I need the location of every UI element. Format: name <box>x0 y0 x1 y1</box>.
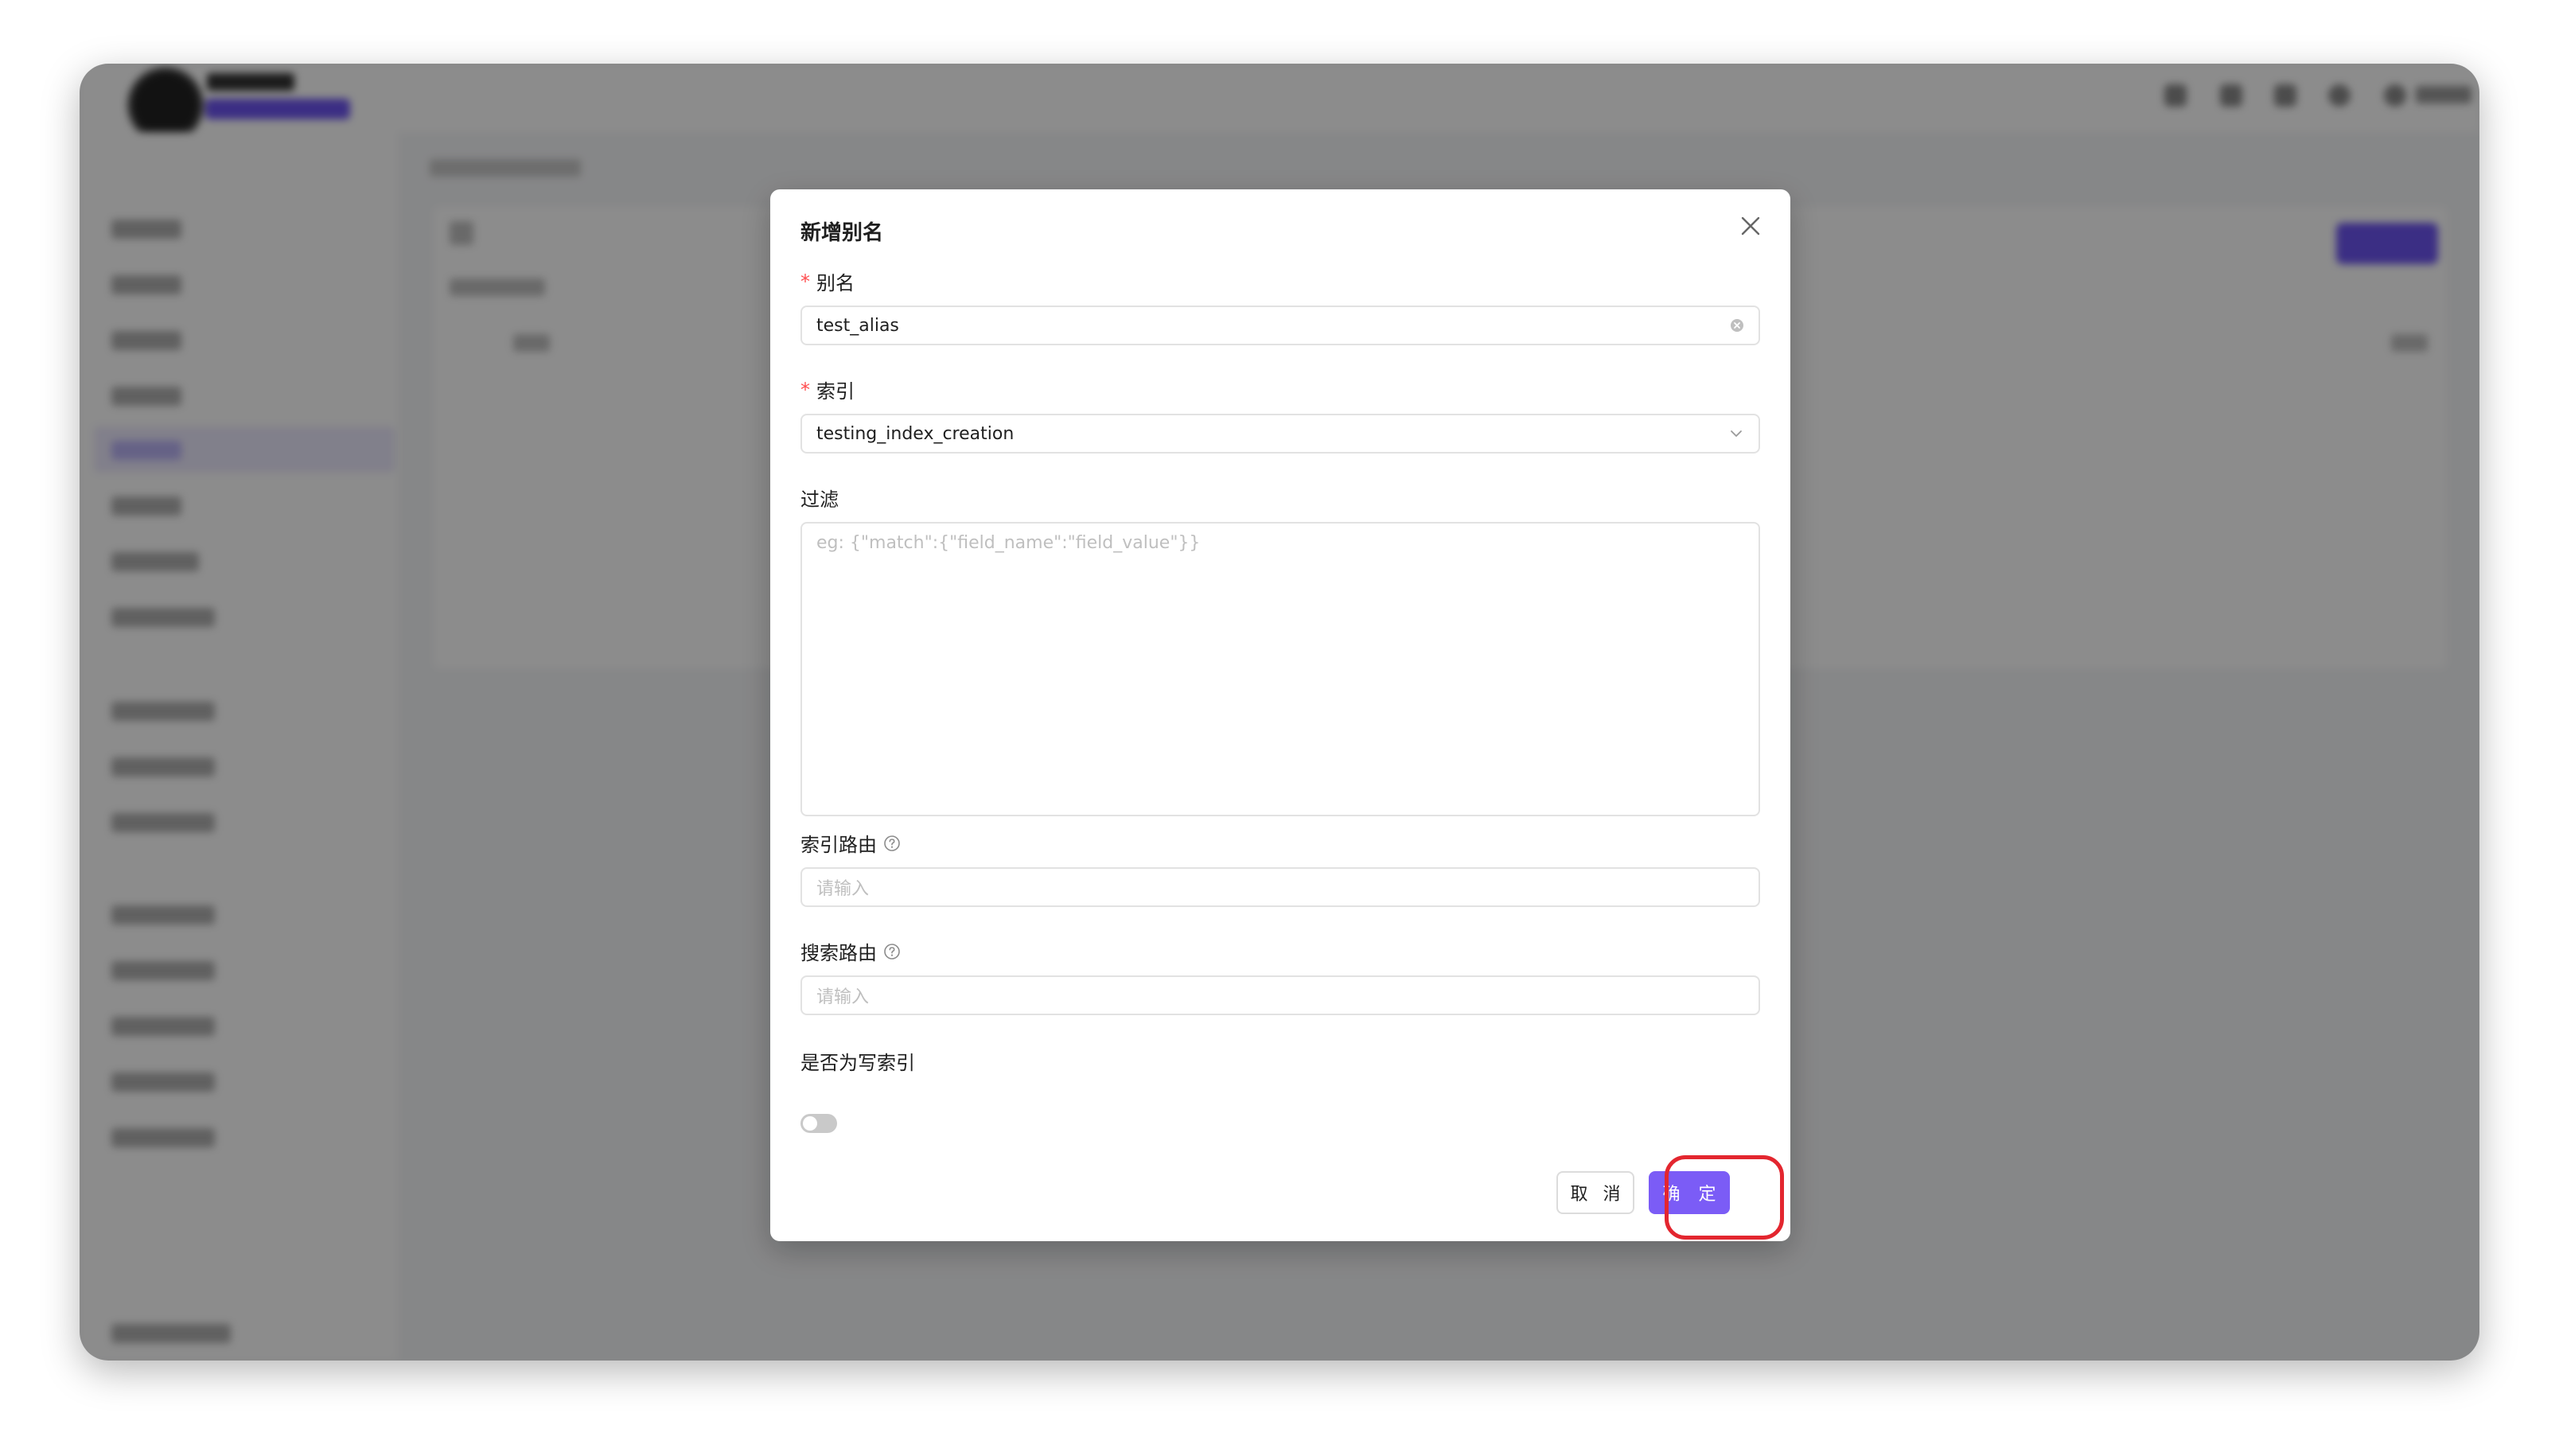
alias-label-text: 别名 <box>816 272 855 294</box>
index-routing-input[interactable]: 请输入 <box>800 867 1760 907</box>
clear-icon[interactable] <box>1730 318 1744 333</box>
modal-title: 新增别名 <box>800 221 884 245</box>
index-select-value: testing_index_creation <box>816 423 1015 444</box>
alias-input[interactable]: test_alias <box>800 306 1760 345</box>
write-index-label: 是否为写索引 <box>800 1047 915 1075</box>
close-button[interactable] <box>1731 207 1770 245</box>
index-label-text: 索引 <box>816 380 855 403</box>
highlight-annotation <box>1665 1155 1784 1240</box>
alias-label: * 别名 <box>800 267 855 295</box>
question-circle-icon[interactable] <box>883 943 901 960</box>
index-select[interactable]: testing_index_creation <box>800 414 1760 454</box>
close-icon <box>1741 216 1760 236</box>
index-label: * 索引 <box>800 376 855 403</box>
write-index-label-text: 是否为写索引 <box>800 1052 915 1074</box>
search-routing-placeholder: 请输入 <box>816 987 870 1007</box>
search-routing-label: 搜索路由 <box>800 937 901 965</box>
alias-input-value: test_alias <box>816 315 899 336</box>
cancel-button[interactable]: 取 消 <box>1556 1171 1634 1214</box>
index-routing-label-text: 索引路由 <box>800 834 877 856</box>
filter-label: 过滤 <box>800 484 839 512</box>
required-mark: * <box>800 378 810 401</box>
required-mark: * <box>800 270 810 293</box>
search-routing-input[interactable]: 请输入 <box>800 975 1760 1015</box>
filter-textarea[interactable]: eg: {"match":{"field_name":"field_value"… <box>800 522 1760 816</box>
add-alias-modal: 新增别名 * 别名 test_alias * 索引 testing_index_… <box>770 189 1790 1241</box>
index-routing-label: 索引路由 <box>800 829 901 857</box>
index-routing-placeholder: 请输入 <box>816 879 870 899</box>
chevron-down-icon <box>1731 430 1742 437</box>
filter-placeholder: eg: {"match":{"field_name":"field_value"… <box>816 533 1201 553</box>
search-routing-label-text: 搜索路由 <box>800 942 877 964</box>
question-circle-icon[interactable] <box>883 835 901 852</box>
filter-label-text: 过滤 <box>800 489 839 511</box>
write-index-toggle[interactable] <box>800 1114 837 1133</box>
toggle-knob <box>803 1116 817 1131</box>
